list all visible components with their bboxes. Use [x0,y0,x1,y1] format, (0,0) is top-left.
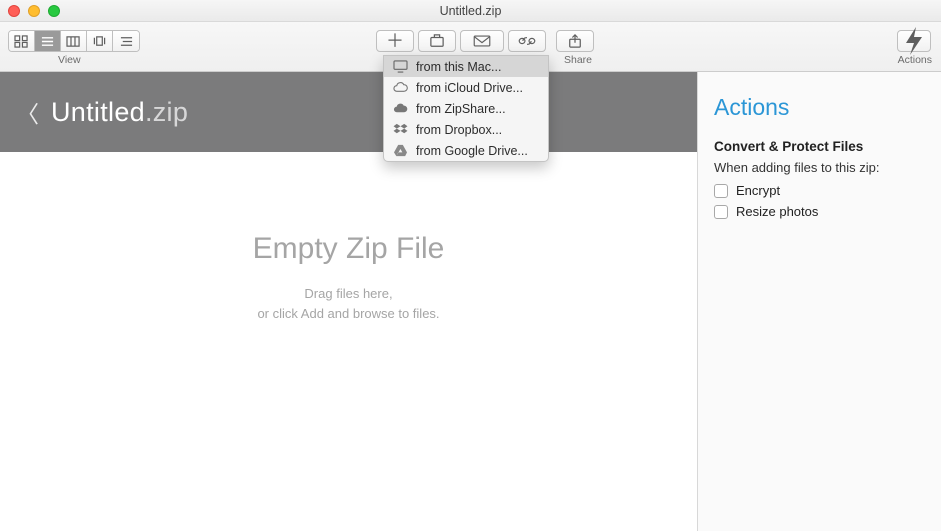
empty-hint-1: Drag files here, [0,284,697,304]
close-window-button[interactable] [8,5,20,17]
view-coverflow-button[interactable] [87,31,113,51]
email-button[interactable] [460,30,504,52]
main-panel: 〈 Untitled.zip Empty Zip File Drag files… [0,72,697,531]
actions-sidebar: Actions Convert & Protect Files When add… [697,72,941,531]
share-button[interactable] [556,30,594,52]
cloud-outline-icon [392,81,408,95]
sidebar-subtitle: When adding files to this zip: [714,160,925,175]
file-extension: .zip [145,97,188,127]
menu-item-label: from ZipShare... [416,102,506,116]
empty-hint-2: or click Add and browse to files. [0,304,697,324]
add-from-menu: from this Mac... from iCloud Drive... fr… [383,55,549,162]
zip-button[interactable] [418,30,456,52]
menu-item-from-zipshare[interactable]: from ZipShare... [384,98,548,119]
empty-title: Empty Zip File [0,232,697,266]
gdrive-icon [392,144,408,158]
view-columns-button[interactable] [61,31,87,51]
actions-button[interactable] [897,30,931,52]
menu-item-label: from this Mac... [416,60,501,74]
sidebar-section-title: Convert & Protect Files [714,139,925,154]
view-mode-group [8,30,140,52]
sidebar-title: Actions [714,94,925,121]
link-button[interactable] [508,30,546,52]
lightning-icon [898,25,930,57]
menu-item-from-mac[interactable]: from this Mac... [384,56,548,77]
file-title: Untitled.zip [51,97,188,128]
file-name: Untitled [51,97,145,127]
menu-item-from-dropbox[interactable]: from Dropbox... [384,119,548,140]
plus-icon: ＋ [386,32,404,50]
option-resize[interactable]: Resize photos [714,204,925,219]
view-icons-button[interactable] [9,31,35,51]
zoom-window-button[interactable] [48,5,60,17]
menu-item-from-gdrive[interactable]: from Google Drive... [384,140,548,161]
view-details-button[interactable] [113,31,139,51]
menu-item-label: from Google Drive... [416,144,528,158]
menu-item-label: from Dropbox... [416,123,502,137]
view-list-button[interactable] [35,31,61,51]
option-encrypt[interactable]: Encrypt [714,183,925,198]
titlebar: Untitled.zip [0,0,941,22]
option-label: Encrypt [736,183,780,198]
monitor-icon [392,60,408,74]
toolbar-center-group: ＋ [376,30,594,52]
mail-icon [473,34,491,48]
link-icon [518,34,536,48]
cloud-solid-icon [392,102,408,116]
archive-icon [428,34,446,48]
menu-item-label: from iCloud Drive... [416,81,523,95]
actions-label: Actions [898,54,932,66]
dropbox-icon [392,123,408,137]
empty-state: Empty Zip File Drag files here, or click… [0,232,697,324]
menu-item-from-icloud[interactable]: from iCloud Drive... [384,77,548,98]
share-icon [566,34,584,48]
file-header: 〈 Untitled.zip [0,72,697,152]
add-button[interactable]: ＋ [376,30,414,52]
option-label: Resize photos [736,204,818,219]
view-label: View [58,54,81,66]
back-chevron-icon[interactable]: 〈 [16,95,39,129]
checkbox-resize[interactable] [714,205,728,219]
window-title: Untitled.zip [0,4,941,18]
share-label: Share [564,54,592,66]
checkbox-encrypt[interactable] [714,184,728,198]
minimize-window-button[interactable] [28,5,40,17]
window-controls [8,5,60,17]
